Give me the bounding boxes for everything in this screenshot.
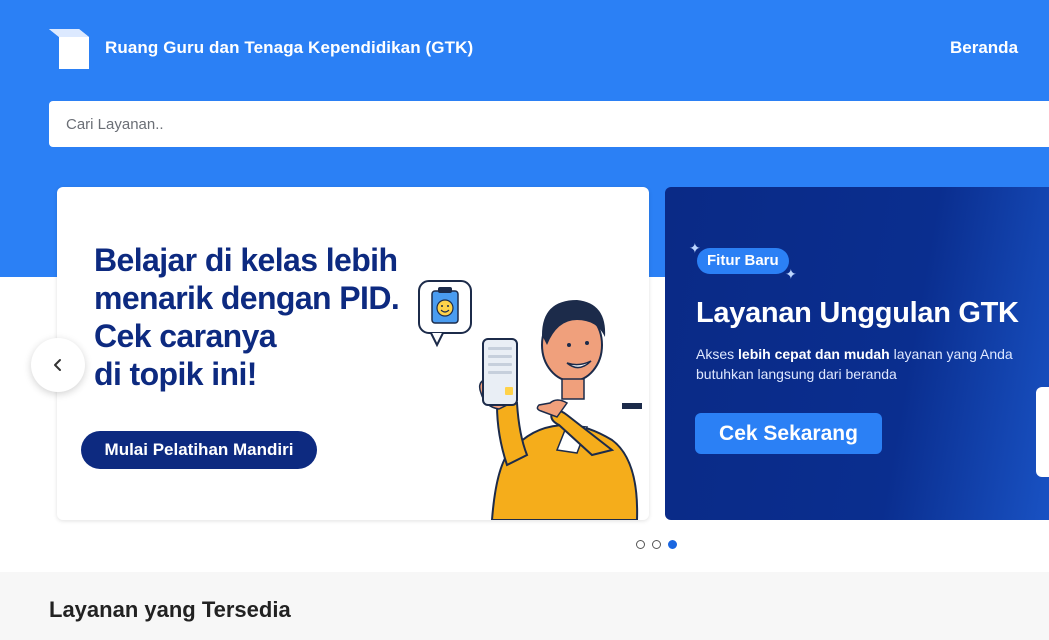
fitur-baru-badge: Fitur Baru [697, 248, 789, 274]
gtk-desc-prefix: Akses [696, 346, 739, 362]
carousel-dots [636, 540, 677, 549]
carousel-slide-pid[interactable]: Belajar di kelas lebih menarik dengan PI… [57, 187, 649, 520]
carousel-slide-gtk[interactable]: ✦ ✦ Fitur Baru Layanan Unggulan GTK Akse… [665, 187, 1049, 520]
sparkle-icon: ✦ [785, 266, 797, 282]
pid-headline-line: Cek caranya [94, 318, 277, 354]
chevron-left-icon [54, 359, 61, 371]
teacher-with-phone-illustration [418, 280, 642, 520]
smartphone-icon [482, 338, 518, 406]
carousel-dot[interactable] [652, 540, 661, 549]
mulai-pelatihan-button[interactable]: Mulai Pelatihan Mandiri [81, 431, 317, 469]
preview-card [1036, 387, 1049, 477]
site-title: Ruang Guru dan Tenaga Kependidikan (GTK) [105, 38, 474, 57]
cek-sekarang-button[interactable]: Cek Sekarang [695, 413, 882, 454]
services-section: Layanan yang Tersedia [0, 572, 1049, 640]
services-title: Layanan yang Tersedia [49, 597, 291, 622]
pid-headline-line: menarik dengan PID. [94, 280, 400, 316]
gtk-desc-bold: lebih cepat dan mudah [738, 346, 890, 362]
clipboard-bubble-icon [418, 280, 472, 348]
gtk-description: Akses lebih cepat dan mudah layanan yang… [696, 344, 1016, 384]
carousel-prev-button[interactable] [31, 338, 85, 392]
search-input[interactable] [49, 101, 1049, 147]
nav-beranda-link[interactable]: Beranda [950, 38, 1018, 58]
book-logo-icon[interactable] [49, 29, 89, 69]
carousel-dot[interactable] [636, 540, 645, 549]
pid-headline-line: di topik ini! [94, 356, 257, 392]
pid-headline: Belajar di kelas lebih menarik dengan PI… [94, 241, 434, 393]
gtk-title: Layanan Unggulan GTK [696, 297, 1019, 329]
pid-headline-line: Belajar di kelas lebih [94, 242, 398, 278]
top-header: Ruang Guru dan Tenaga Kependidikan (GTK)… [0, 0, 1049, 100]
carousel-dot-active[interactable] [668, 540, 677, 549]
